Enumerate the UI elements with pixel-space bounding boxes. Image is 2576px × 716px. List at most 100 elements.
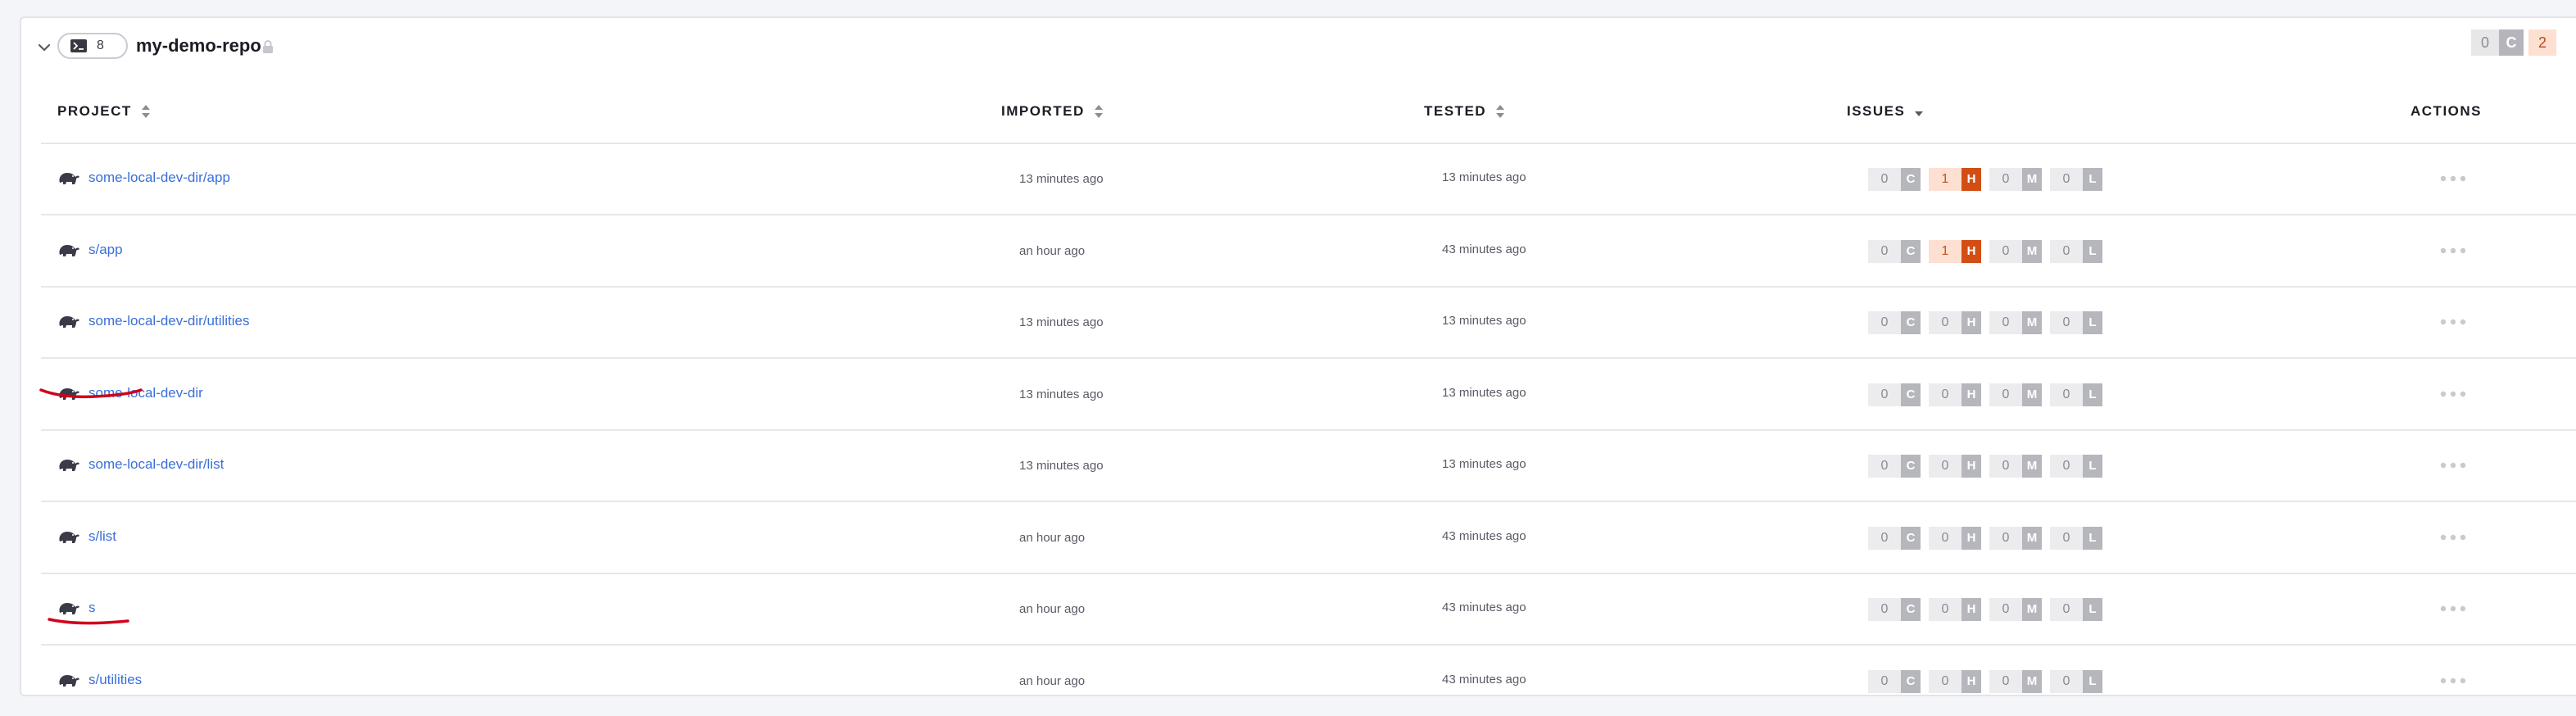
severity-high-badge: 1H <box>1929 239 1981 263</box>
severity-high-label: H <box>1961 168 1981 191</box>
table-row: s an hour ago 43 minutes ago 0 C 0 H 0 M 0 L <box>41 573 2576 646</box>
gradle-elephant-icon <box>59 460 79 471</box>
severity-low-label: L <box>2083 598 2102 621</box>
severity-medium-label: M <box>2022 239 2042 263</box>
sort-desc-icon <box>1915 111 1924 116</box>
table-row: some-local-dev-dir/utilities 13 minutes a… <box>41 287 2576 359</box>
summary-high-count: 2 <box>2528 29 2556 56</box>
severity-medium-badge: 0M <box>1989 383 2042 406</box>
severity-medium-count: 0 <box>1989 455 2022 478</box>
tested-time: 13 minutes ago <box>1442 314 1526 328</box>
severity-critical-label: C <box>1901 168 1921 191</box>
severity-medium-label: M <box>2022 598 2042 621</box>
severity-medium-label: M <box>2022 168 2042 191</box>
lock-icon <box>263 40 273 53</box>
project-link[interactable]: some-local-dev-dir/list <box>88 455 224 474</box>
gradle-elephant-icon <box>59 173 79 184</box>
more-actions-icon[interactable] <box>2437 166 2469 191</box>
severity-low-label: L <box>2083 239 2102 263</box>
project-link[interactable]: s/list <box>88 527 116 546</box>
issues-summary: 0C0H0M0L <box>1868 383 2111 406</box>
table-row: some-local-dev-dir/app 13 minutes ago 13 m… <box>41 143 2576 215</box>
severity-critical-count: 0 <box>1868 598 1901 621</box>
column-header-actions-label: ACTIONS <box>2410 103 2482 119</box>
severity-medium-badge: 0M <box>1989 168 2042 191</box>
severity-high-count: 1 <box>1929 239 1961 263</box>
issues-summary: 0C0H0M0L <box>1868 311 2111 334</box>
severity-low-label: L <box>2083 168 2102 191</box>
tested-time: 43 minutes ago <box>1442 672 1526 687</box>
column-header-tested[interactable]: TESTED <box>1424 103 1506 120</box>
severity-critical-count: 0 <box>1868 239 1901 263</box>
issues-summary: 0C0H0M0L <box>1868 526 2111 550</box>
issues-summary: 0C0H0M0L <box>1868 669 2111 693</box>
severity-low-count: 0 <box>2050 168 2083 191</box>
issues-summary: 0C0H0M0L <box>1868 598 2111 621</box>
more-actions-icon[interactable] <box>2437 382 2469 406</box>
more-actions-icon[interactable] <box>2437 525 2469 550</box>
more-actions-icon[interactable] <box>2437 668 2469 693</box>
severity-high-badge: 0H <box>1929 455 1981 478</box>
imported-time: 13 minutes ago <box>1019 459 1104 473</box>
severity-high-label: H <box>1961 455 1981 478</box>
severity-medium-label: M <box>2022 383 2042 406</box>
project-link[interactable]: some-local-dev-dir/utilities <box>88 311 250 331</box>
sort-icon <box>1496 105 1505 118</box>
imported-time: an hour ago <box>1019 243 1086 258</box>
severity-medium-count: 0 <box>1989 526 2022 550</box>
severity-medium-count: 0 <box>1989 669 2022 693</box>
terminal-icon <box>70 39 87 52</box>
chevron-down-icon[interactable] <box>33 36 56 59</box>
severity-critical-badge: 0C <box>1868 168 1921 191</box>
severity-medium-badge: 0M <box>1989 455 2042 478</box>
issues-summary: 0C0H0M0L <box>1868 455 2111 478</box>
severity-medium-badge: 0M <box>1989 598 2042 621</box>
table-row: s/utilities an hour ago 43 minutes ago 0 C 0 H… <box>41 646 2576 716</box>
gradle-elephant-icon <box>59 316 79 328</box>
gradle-elephant-icon <box>59 244 79 256</box>
severity-critical-label: C <box>1901 311 1921 334</box>
severity-critical-badge: 0C <box>1868 455 1921 478</box>
severity-high-count: 0 <box>1929 669 1961 693</box>
more-actions-icon[interactable] <box>2437 310 2469 334</box>
more-actions-icon[interactable] <box>2437 596 2469 621</box>
column-header-project[interactable]: PROJECT <box>57 103 152 120</box>
imported-time: an hour ago <box>1019 602 1086 616</box>
severity-high-label: H <box>1961 598 1981 621</box>
project-link[interactable]: s/app <box>88 240 123 260</box>
severity-critical-badge: 0C <box>1868 526 1921 550</box>
severity-low-badge: 0L <box>2050 598 2102 621</box>
severity-medium-count: 0 <box>1989 239 2022 263</box>
severity-high-badge: 0H <box>1929 311 1981 334</box>
column-header-actions: ACTIONS <box>2410 103 2482 120</box>
column-header-tested-label: TESTED <box>1424 103 1487 119</box>
more-actions-icon[interactable] <box>2437 453 2469 478</box>
cli-count: 8 <box>97 39 104 52</box>
severity-high-count: 0 <box>1929 526 1961 550</box>
severity-low-badge: 0L <box>2050 455 2102 478</box>
severity-low-badge: 0L <box>2050 168 2102 191</box>
project-link[interactable]: s/utilities <box>88 670 142 690</box>
column-header-issues[interactable]: ISSUES <box>1847 103 1925 120</box>
project-link[interactable]: some-local-dev-dir/app <box>88 168 230 188</box>
severity-low-label: L <box>2083 383 2102 406</box>
imported-time: 13 minutes ago <box>1019 172 1104 186</box>
project-group-card: 8 my-demo-repo 0 C 2 PROJECT IMPORTED TE… <box>20 16 2576 696</box>
column-header-imported[interactable]: IMPORTED <box>1001 103 1104 120</box>
severity-high-label: H <box>1961 669 1981 693</box>
severity-high-count: 0 <box>1929 311 1961 334</box>
group-issue-summary: 0 C 2 <box>2471 29 2556 56</box>
severity-high-label: H <box>1961 383 1981 406</box>
severity-medium-count: 0 <box>1989 168 2022 191</box>
gradle-elephant-icon <box>59 531 79 543</box>
severity-medium-badge: 0M <box>1989 669 2042 693</box>
severity-high-label: H <box>1961 526 1981 550</box>
severity-critical-count: 0 <box>1868 526 1901 550</box>
more-actions-icon[interactable] <box>2437 238 2469 263</box>
severity-low-label: L <box>2083 526 2102 550</box>
severity-medium-badge: 0M <box>1989 239 2042 263</box>
repo-name: my-demo-repo <box>136 35 261 56</box>
severity-critical-count: 0 <box>1868 455 1901 478</box>
severity-low-badge: 0L <box>2050 311 2102 334</box>
severity-critical-label: C <box>1901 526 1921 550</box>
